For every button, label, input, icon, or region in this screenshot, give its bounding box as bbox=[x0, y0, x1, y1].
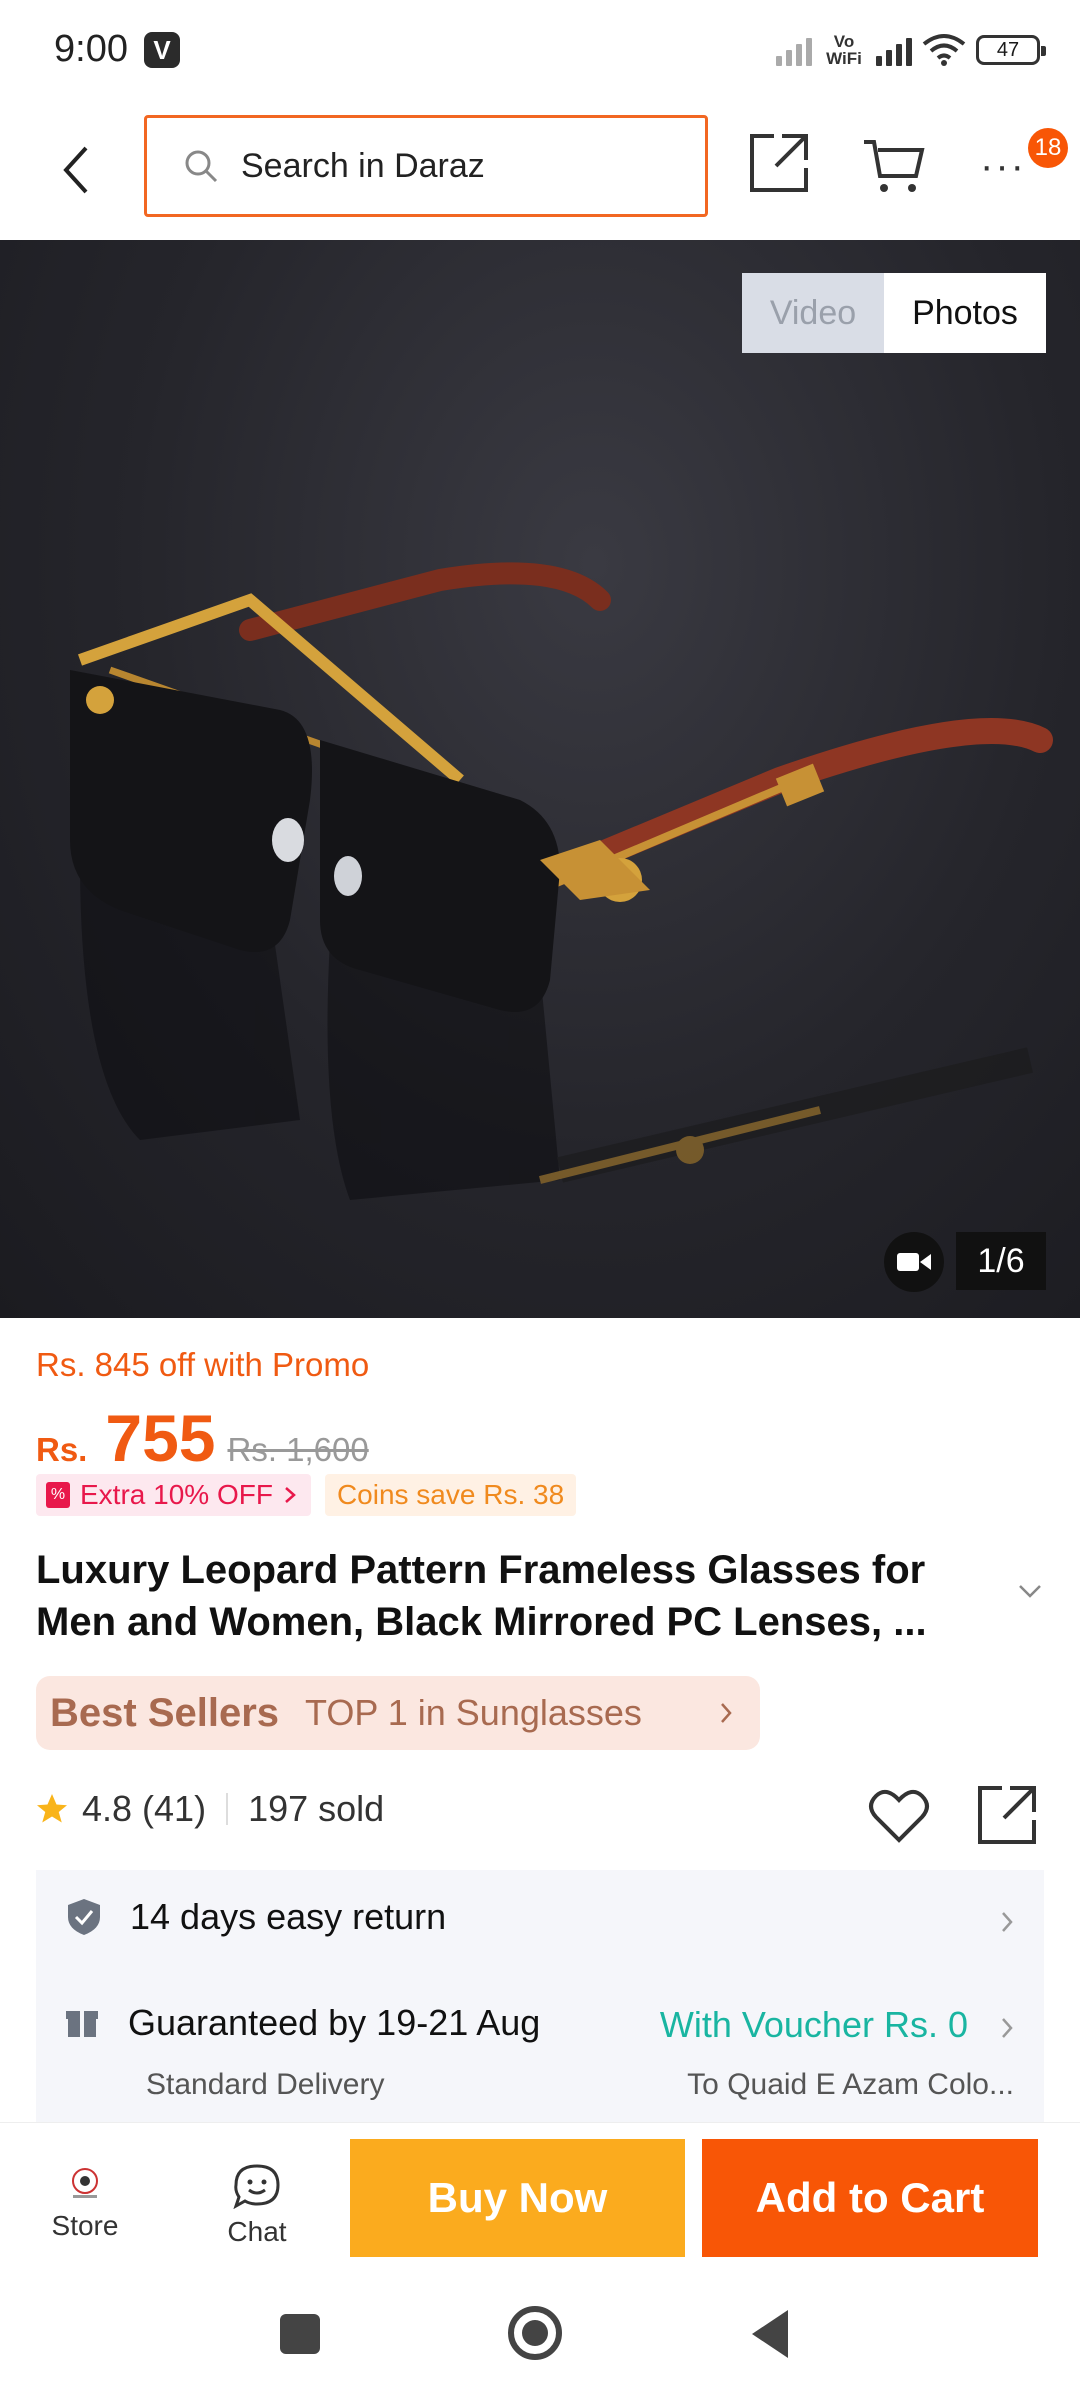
rating-row: 4.8 (41) 197 sold bbox=[34, 1788, 384, 1830]
chat-bubble-icon bbox=[233, 2164, 280, 2210]
current-price: 755 bbox=[105, 1401, 216, 1475]
store-label: Store bbox=[51, 2210, 119, 2241]
delivery-row[interactable]: Guaranteed by 19-21 Aug bbox=[66, 2002, 540, 2044]
share-icon[interactable] bbox=[748, 132, 810, 194]
image-counter: 1/6 bbox=[956, 1232, 1046, 1290]
share-icon[interactable] bbox=[976, 1784, 1038, 1846]
extra-discount-label: Extra 10% OFF bbox=[80, 1479, 273, 1510]
home-button[interactable] bbox=[508, 2306, 562, 2360]
star-icon bbox=[37, 1794, 67, 1823]
signal-icon-2 bbox=[876, 34, 912, 66]
system-nav-bar bbox=[0, 2270, 1080, 2400]
promo-tags: % Extra 10% OFF Coins save Rs. 38 bbox=[36, 1474, 577, 1516]
app-notification-icon: V bbox=[144, 32, 180, 68]
back-arrow-icon[interactable] bbox=[52, 140, 102, 200]
tab-photos[interactable]: Photos bbox=[884, 273, 1046, 353]
delivery-destination: To Quaid E Azam Colo... bbox=[687, 2068, 1014, 2101]
volte-label: Vo WiFi bbox=[826, 32, 862, 68]
wifi-icon bbox=[922, 34, 966, 66]
status-bar: 9:00 V Vo WiFi 47 bbox=[0, 0, 1080, 100]
delivery-guarantee-text: Guaranteed by 19-21 Aug bbox=[128, 2002, 541, 2043]
search-icon bbox=[185, 150, 218, 183]
video-play-button[interactable] bbox=[884, 1232, 944, 1292]
chevron-right-icon bbox=[285, 1487, 296, 1503]
notification-badge: 18 bbox=[1028, 128, 1068, 168]
store-logo-icon bbox=[72, 2168, 98, 2198]
cart-icon[interactable] bbox=[862, 136, 926, 196]
status-icons: Vo WiFi 47 bbox=[776, 26, 1046, 74]
extra-discount-tag[interactable]: % Extra 10% OFF bbox=[36, 1474, 311, 1516]
best-sellers-label: Best Sellers bbox=[50, 1690, 280, 1735]
heart-icon[interactable] bbox=[868, 1786, 930, 1844]
more-options-icon[interactable]: ··· bbox=[980, 144, 1026, 189]
review-count[interactable]: (41) bbox=[142, 1788, 206, 1830]
search-input[interactable]: Search in Daraz bbox=[144, 115, 708, 217]
buy-now-button[interactable]: Buy Now bbox=[350, 2139, 685, 2257]
battery-icon: 47 bbox=[976, 35, 1046, 65]
recent-apps-button[interactable] bbox=[280, 2314, 320, 2354]
search-placeholder: Search in Daraz bbox=[241, 146, 485, 185]
chevron-right-icon bbox=[1002, 1912, 1013, 1932]
back-button[interactable] bbox=[752, 2310, 788, 2358]
top-bar: Search in Daraz ··· 18 bbox=[0, 100, 1080, 240]
media-toggle: Video Photos bbox=[742, 273, 1046, 353]
services-panel: 14 days easy return Guaranteed by 19-21 … bbox=[36, 1870, 1044, 2130]
voucher-icon: % bbox=[46, 1482, 70, 1508]
add-to-cart-button[interactable]: Add to Cart bbox=[702, 2139, 1038, 2257]
bottom-action-bar: Store Chat Buy Now Add to Cart bbox=[0, 2122, 1080, 2270]
video-camera-icon bbox=[897, 1253, 931, 1271]
price-row: Rs. 755 Rs. 1,600 bbox=[36, 1400, 369, 1476]
coins-tag: Coins save Rs. 38 bbox=[324, 1474, 577, 1516]
best-sellers-rank: TOP 1 in Sunglasses bbox=[305, 1692, 642, 1733]
promo-text: Rs. 845 off with Promo bbox=[36, 1346, 370, 1383]
chat-button[interactable]: Chat bbox=[210, 2163, 304, 2248]
return-policy-text: 14 days easy return bbox=[130, 1896, 447, 1937]
original-price: Rs. 1,600 bbox=[227, 1431, 369, 1468]
status-time: 9:00 bbox=[54, 28, 128, 70]
product-title: Luxury Leopard Pattern Frameless Glasses… bbox=[36, 1548, 927, 1644]
store-button[interactable]: Store bbox=[40, 2163, 130, 2242]
sold-count: 197 sold bbox=[248, 1788, 385, 1829]
divider bbox=[226, 1793, 229, 1825]
product-image bbox=[70, 562, 1053, 1200]
rating-value: 4.8 bbox=[82, 1788, 133, 1829]
chevron-down-icon[interactable] bbox=[1016, 1582, 1044, 1600]
currency-label: Rs. bbox=[36, 1431, 88, 1468]
delivery-voucher[interactable]: With Voucher Rs. 0 bbox=[660, 2004, 968, 2046]
tab-video[interactable]: Video bbox=[742, 273, 884, 353]
shield-check-icon bbox=[68, 1899, 100, 1935]
best-sellers-banner[interactable]: Best Sellers TOP 1 in Sunglasses bbox=[36, 1676, 760, 1750]
return-policy-row[interactable]: 14 days easy return bbox=[66, 1896, 446, 1938]
product-image-gallery[interactable]: Video Photos 1/6 bbox=[0, 240, 1080, 1318]
signal-icon-1 bbox=[776, 34, 812, 66]
chevron-right-icon bbox=[721, 1703, 732, 1723]
package-icon bbox=[66, 2011, 98, 2037]
chevron-right-icon bbox=[1002, 2018, 1013, 2038]
chat-label: Chat bbox=[227, 2216, 287, 2247]
delivery-type: Standard Delivery bbox=[146, 2068, 385, 2101]
